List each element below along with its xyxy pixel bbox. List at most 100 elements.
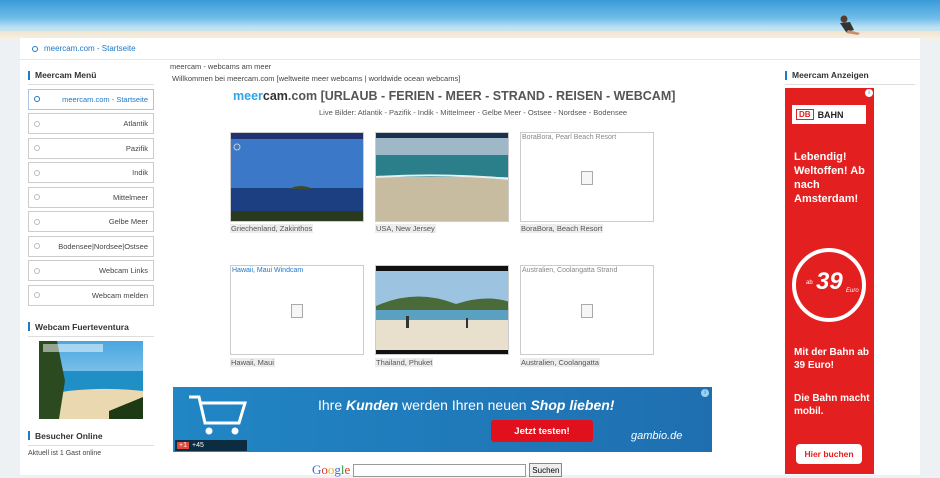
menu-bullet-icon bbox=[34, 145, 40, 151]
visitors-title-text: Besucher Online bbox=[35, 430, 103, 441]
sidebar-item-label: meercam.com - Startseite bbox=[62, 94, 148, 104]
cam-caption[interactable]: BoraBora, Beach Resort bbox=[520, 224, 604, 233]
sidebar-item[interactable]: Gelbe Meer bbox=[28, 211, 154, 232]
ad-msg-pre: Ihre bbox=[318, 397, 347, 413]
sidebar-item[interactable]: Bodensee|Nordsee|Ostsee bbox=[28, 235, 154, 257]
cam-caption[interactable]: Griechenland, Zakinthos bbox=[230, 224, 314, 233]
fuerte-title: Webcam Fuerteventura bbox=[28, 322, 154, 337]
ads-title-text: Meercam Anzeigen bbox=[792, 70, 869, 80]
headline-cam: cam bbox=[262, 89, 288, 103]
webcam-thumb-phuket[interactable] bbox=[375, 265, 509, 355]
sidebar-item[interactable]: Webcam Links bbox=[28, 260, 154, 281]
menu-bullet-icon bbox=[34, 292, 40, 298]
cam-caption[interactable]: Thailand, Phuket bbox=[375, 358, 434, 367]
fuerteventura-webcam-image[interactable] bbox=[39, 340, 143, 419]
gplus-label: +1 bbox=[177, 442, 189, 449]
title-marker-icon bbox=[28, 431, 30, 440]
db-book-button[interactable]: Hier buchen bbox=[796, 444, 862, 464]
ad-info-icon[interactable]: i bbox=[701, 389, 709, 397]
db-logo-text: BAHN bbox=[817, 109, 844, 120]
webcam-thumb-coolangatta[interactable]: Australien, Coolangatta Strand bbox=[520, 265, 654, 355]
breadcrumb[interactable]: meercam.com - Startseite bbox=[32, 44, 136, 53]
db-price-circle: ab 39 Euro bbox=[792, 248, 866, 322]
cam-alt-text: BoraBora, Pearl Beach Resort bbox=[522, 134, 617, 141]
menu-title-text: Meercam Menü bbox=[35, 70, 97, 80]
db-price-currency: Euro bbox=[846, 288, 859, 294]
cam-alt-text: Australien, Coolangatta Strand bbox=[522, 267, 618, 274]
webcam-thumb-borabora[interactable]: BoraBora, Pearl Beach Resort bbox=[520, 132, 654, 222]
db-bahn-ad[interactable]: i DB BAHN Lebendig! Weltoffen! Ab nach A… bbox=[785, 88, 874, 474]
headline-meer: meer bbox=[233, 89, 263, 103]
db-logo: DB BAHN bbox=[792, 105, 866, 124]
sidebar-item[interactable]: Indik bbox=[28, 162, 154, 183]
site-tagline: meercam - webcams am meer bbox=[170, 62, 272, 71]
title-marker-icon bbox=[785, 70, 787, 80]
visitors-text: Aktuell ist 1 Gast online bbox=[28, 449, 102, 457]
header-banner bbox=[0, 0, 940, 40]
google-plus-button[interactable]: +1 +45 bbox=[175, 440, 247, 451]
db-logo-mark: DB bbox=[796, 109, 814, 120]
cam-caption[interactable]: USA, New Jersey bbox=[375, 224, 436, 233]
sidebar-item[interactable]: Webcam melden bbox=[28, 284, 154, 306]
db-slogan: Die Bahn macht mobil. bbox=[794, 393, 870, 417]
broken-image-icon bbox=[581, 304, 593, 318]
menu-bullet-icon bbox=[34, 267, 40, 274]
webcam-thumb-zakinthos[interactable] bbox=[230, 132, 364, 222]
cam-caption[interactable]: Hawaii, Maui bbox=[230, 358, 275, 367]
broken-image-icon bbox=[291, 304, 303, 318]
zakinthos-image bbox=[231, 133, 363, 221]
sidebar-item[interactable]: Mittelmeer bbox=[28, 186, 154, 208]
ad-msg-kunden: Kunden bbox=[346, 397, 399, 413]
google-logo: Google bbox=[312, 462, 351, 477]
google-search: Google Suchen bbox=[312, 462, 563, 478]
fuerte-title-text: Webcam Fuerteventura bbox=[35, 321, 129, 332]
breadcrumb-text[interactable]: meercam.com - Startseite bbox=[44, 44, 136, 53]
ad-msg-shop: Shop lieben! bbox=[530, 397, 615, 413]
divider bbox=[20, 59, 920, 60]
ad-msg-mid: werden Ihren neuen bbox=[398, 397, 531, 413]
ad-info-icon[interactable]: i bbox=[865, 89, 873, 97]
live-subline: Live Bilder: Atlantik - Pazifik - Indik … bbox=[319, 108, 628, 117]
menu-bullet-icon bbox=[34, 243, 40, 249]
visitors-title: Besucher Online bbox=[28, 431, 154, 446]
sidebar-item-label: Webcam melden bbox=[91, 290, 148, 300]
gambio-ad-banner[interactable]: Ihre Kunden werden Ihren neuen Shop lieb… bbox=[173, 387, 712, 452]
menu-bullet-icon bbox=[34, 218, 40, 225]
db-price-value: 39 bbox=[816, 268, 843, 295]
db-price-ab: ab bbox=[806, 280, 813, 286]
sidebar-item-label: Gelbe Meer bbox=[108, 217, 148, 226]
headline-rest: .com [URLAUB - FERIEN - MEER - STRAND - … bbox=[287, 89, 676, 103]
right-sidebar: Meercam Anzeigen i DB BAHN Lebendig! Wel… bbox=[785, 70, 915, 474]
cam-alt-text: Hawaii, Maui Windcam bbox=[232, 267, 304, 274]
menu-title: Meercam Menü bbox=[28, 70, 154, 85]
db-offer-text: Mit der Bahn ab 39 Euro! bbox=[794, 347, 870, 371]
ad-brand: gambio.de bbox=[631, 430, 683, 442]
sidebar-item[interactable]: Pazifik bbox=[28, 137, 154, 159]
title-marker-icon bbox=[28, 322, 30, 331]
menu-bullet-icon bbox=[34, 194, 40, 200]
ad-cta-button[interactable]: Jetzt testen! bbox=[491, 420, 593, 442]
cam-caption[interactable]: Australien, Coolangatta bbox=[520, 358, 600, 367]
title-marker-icon bbox=[28, 70, 30, 80]
sidebar-item-label: Pazifik bbox=[125, 143, 148, 153]
page-headline: meercam.com [URLAUB - FERIEN - MEER - ST… bbox=[233, 89, 675, 103]
broken-image-icon bbox=[581, 171, 593, 185]
phuket-image bbox=[376, 266, 508, 354]
menu-bullet-icon bbox=[34, 169, 40, 176]
webcam-thumb-new-jersey[interactable] bbox=[375, 132, 509, 222]
shopping-cart-icon bbox=[189, 395, 247, 435]
sidebar-item-label: Mittelmeer bbox=[112, 192, 148, 202]
menu-bullet-icon bbox=[34, 120, 40, 127]
webcam-thumb-maui[interactable]: Hawaii, Maui Windcam bbox=[230, 265, 364, 355]
sidebar-item-label: Indik bbox=[132, 168, 148, 177]
menu-bullet-icon bbox=[34, 96, 40, 102]
sidebar-item[interactable]: Atlantik bbox=[28, 113, 154, 134]
sidebar-item-label: Atlantik bbox=[123, 119, 148, 128]
ads-title: Meercam Anzeigen bbox=[785, 70, 915, 85]
home-icon bbox=[32, 45, 38, 52]
db-headline: Lebendig! Weltoffen! Ab nach Amsterdam! bbox=[794, 151, 865, 205]
sidebar-item[interactable]: meercam.com - Startseite bbox=[28, 88, 154, 110]
ad-message: Ihre Kunden werden Ihren neuen Shop lieb… bbox=[318, 397, 614, 413]
page-container: meercam.com - Startseite Meercam Menü me… bbox=[20, 38, 920, 478]
new-jersey-image bbox=[376, 133, 508, 221]
